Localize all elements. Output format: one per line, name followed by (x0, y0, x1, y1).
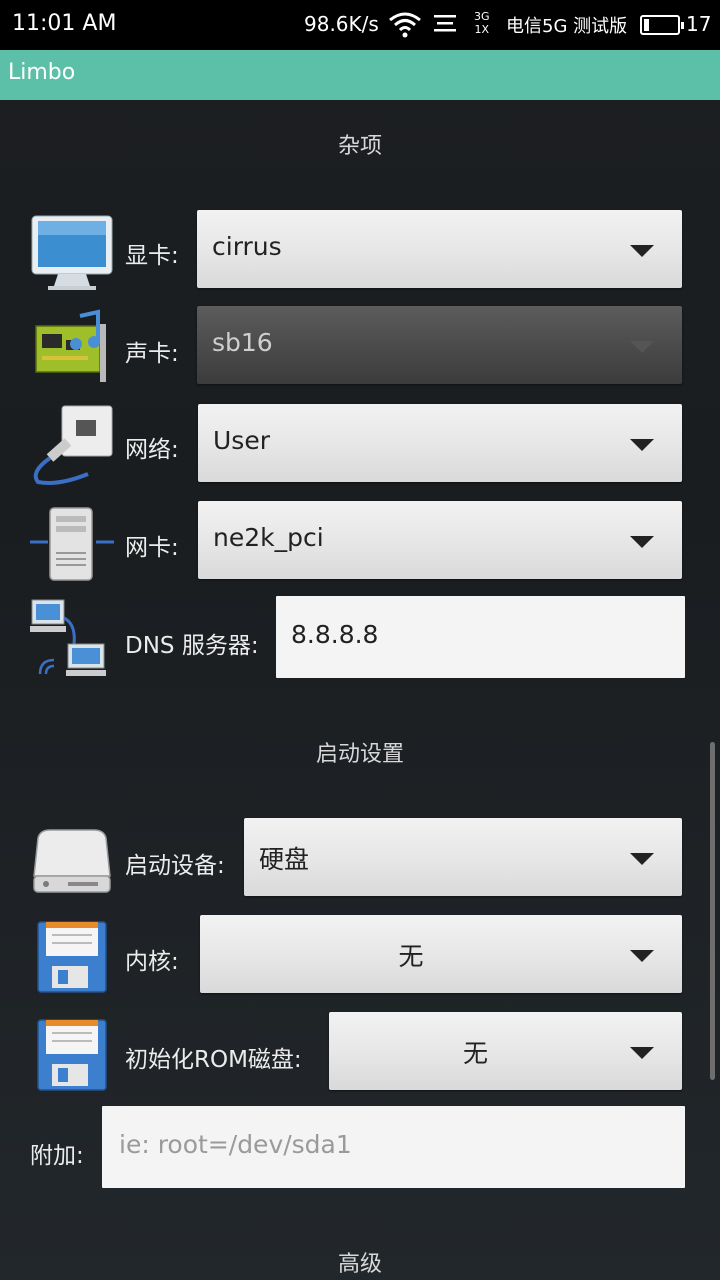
battery-level: 17 (686, 12, 712, 36)
nic-value: ne2k_pci (213, 523, 324, 552)
display-card-value: cirrus (212, 232, 282, 261)
status-bar: 11:01 AM 98.6K/s 3G 1X 电信5G 测试版 17 (0, 0, 720, 50)
initrd-dropdown[interactable]: 无 (329, 1012, 682, 1090)
append-placeholder: ie: root=/dev/sda1 (119, 1130, 352, 1159)
chevron-down-icon (630, 536, 654, 548)
append-input[interactable]: ie: root=/dev/sda1 (102, 1106, 685, 1188)
boot-device-dropdown[interactable]: 硬盘 (244, 818, 682, 896)
chevron-down-icon (630, 439, 654, 451)
dns-label: DNS 服务器: (125, 633, 259, 659)
dns-input[interactable]: 8.8.8.8 (276, 596, 685, 678)
sound-card-dropdown[interactable]: sb16 (197, 306, 682, 384)
network-value: User (213, 426, 270, 455)
dns-value: 8.8.8.8 (291, 620, 379, 649)
scrollbar[interactable] (710, 742, 715, 1080)
carrier-name: 电信5G 测试版 (506, 16, 628, 37)
sound-card-value: sb16 (212, 328, 273, 357)
network-speed: 98.6K/s (304, 12, 379, 36)
section-title-boot: 启动设置 (315, 742, 404, 767)
network-label: 网络: (125, 437, 179, 463)
boot-device-label: 启动设备: (125, 853, 225, 879)
kernel-label: 内核: (125, 949, 179, 975)
network-computers-icon (30, 599, 106, 676)
notification-list-icon (434, 15, 456, 32)
chevron-down-icon (630, 853, 654, 865)
floppy-disk-icon (37, 921, 107, 993)
initrd-label: 初始化ROM磁盘: (125, 1047, 302, 1073)
hard-drive-icon (33, 829, 111, 893)
computer-tower-icon (30, 507, 114, 581)
append-label: 附加: (30, 1143, 84, 1169)
network-cable-icon (33, 405, 113, 485)
chevron-down-icon (630, 341, 654, 353)
chevron-down-icon (630, 245, 654, 257)
app-bar: Limbo (0, 50, 720, 100)
section-title-advanced: 高级 (337, 1252, 382, 1277)
sound-card-icon (35, 309, 106, 382)
kernel-dropdown[interactable]: 无 (200, 915, 682, 993)
initrd-value: 无 (462, 1039, 488, 1068)
section-title-misc: 杂项 (337, 134, 382, 159)
display-card-label: 显卡: (125, 243, 179, 269)
kernel-value: 无 (398, 942, 424, 971)
wifi-icon (389, 12, 421, 38)
nic-dropdown[interactable]: ne2k_pci (198, 501, 682, 579)
sound-card-label: 声卡: (125, 341, 179, 367)
chevron-down-icon (630, 1047, 654, 1059)
boot-device-value: 硬盘 (259, 845, 310, 874)
network-type: 3G 1X (474, 10, 490, 36)
chevron-down-icon (630, 950, 654, 962)
nic-label: 网卡: (125, 535, 179, 561)
display-card-dropdown[interactable]: cirrus (197, 210, 682, 288)
battery-icon (640, 15, 684, 35)
status-time: 11:01 AM (12, 11, 117, 36)
monitor-icon (31, 215, 113, 290)
floppy-disk-icon (37, 1019, 107, 1091)
app-title: Limbo (8, 60, 76, 85)
network-dropdown[interactable]: User (198, 404, 682, 482)
